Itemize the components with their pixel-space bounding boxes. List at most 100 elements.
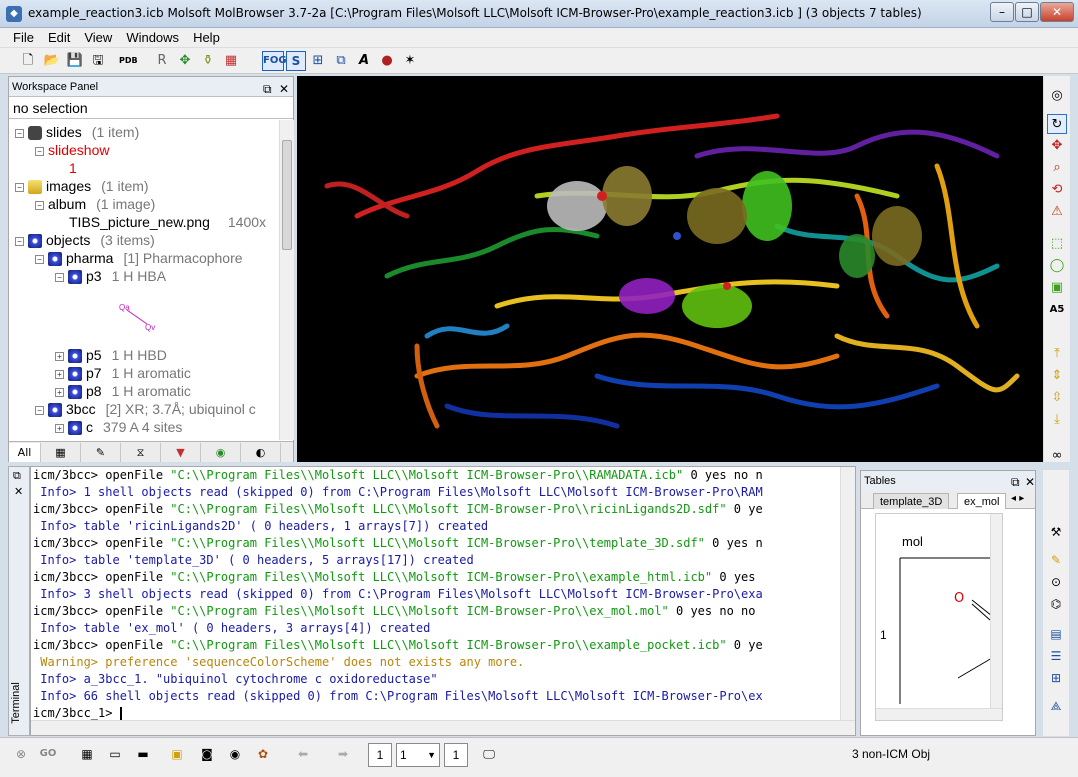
image-icon[interactable]: ▣ xyxy=(164,743,190,767)
rows-icon[interactable]: ☰ xyxy=(1046,646,1066,666)
save-as-icon[interactable]: 🖫 xyxy=(88,51,108,71)
prev-arrow-icon[interactable]: ⬅ xyxy=(286,743,320,767)
tree-item-album[interactable]: − album (1 image) xyxy=(35,195,155,213)
frame-icon[interactable]: ⧉ xyxy=(331,51,351,71)
window-icon[interactable]: ▭ xyxy=(102,743,128,767)
scroll-thumb[interactable] xyxy=(282,140,292,250)
terminal-vscroll[interactable] xyxy=(840,467,855,721)
hammer-icon[interactable]: ⚒ xyxy=(1046,522,1066,542)
new-file-icon[interactable]: 🗋 xyxy=(18,51,38,71)
tree-item-p8[interactable]: + p8 1 H aromatic xyxy=(55,382,191,400)
close-panel-icon[interactable]: ✕ xyxy=(279,79,289,99)
go-icon[interactable]: GO xyxy=(36,743,60,767)
close-tables-icon[interactable]: ✕ xyxy=(1025,472,1035,492)
lasso-icon[interactable]: ◯ xyxy=(1047,256,1067,276)
grid-icon[interactable]: ▦ xyxy=(221,51,241,71)
terminal-console[interactable]: icm/3bcc> openFile "C:\\Program Files\\M… xyxy=(30,466,856,736)
table-hscroll[interactable] xyxy=(876,708,1002,720)
list-icon[interactable]: ▤ xyxy=(1046,624,1066,644)
html-tab-icon[interactable]: ◉ xyxy=(201,443,241,462)
menu-file[interactable]: File xyxy=(6,28,41,47)
minimize-button[interactable]: – xyxy=(990,2,1014,22)
page-first[interactable]: 1 xyxy=(368,743,392,767)
tree-item-p5[interactable]: + p5 1 H HBD xyxy=(55,346,167,364)
row-header[interactable]: 1 xyxy=(880,628,887,642)
pencil-icon[interactable]: ✎ xyxy=(1046,550,1066,570)
grid-view-icon[interactable]: ⊞ xyxy=(1046,668,1066,688)
tree-item-slideshow[interactable]: − slideshow xyxy=(35,141,109,159)
tree-item-slide-1[interactable]: 1 xyxy=(69,159,77,177)
align-icon[interactable]: ⇳ xyxy=(1047,388,1067,408)
tree-item-p7[interactable]: + p7 1 H aromatic xyxy=(55,364,191,382)
tree-item-objects[interactable]: − objects (3 items) xyxy=(15,231,155,249)
tree-item-c[interactable]: + c 379 A 4 sites xyxy=(55,418,182,436)
eye-icon[interactable]: ◉ xyxy=(222,743,248,767)
sphere-icon[interactable]: ● xyxy=(377,51,397,71)
select-box-icon[interactable]: ⬚ xyxy=(1047,234,1067,254)
camera-icon[interactable]: ◙ xyxy=(194,743,220,767)
move-down-icon[interactable]: ⤓ xyxy=(1047,410,1067,430)
menu-edit[interactable]: Edit xyxy=(41,28,77,47)
page-last[interactable]: 1 xyxy=(444,743,468,767)
menu-windows[interactable]: Windows xyxy=(119,28,186,47)
page-select[interactable]: 1 ▼ xyxy=(396,743,440,767)
move-up-icon[interactable]: ⤒ xyxy=(1047,344,1067,364)
undock-icon[interactable]: ⧉ xyxy=(263,79,272,99)
tree-item-3bcc[interactable]: −3bcc [2] XR; 3.7Å; ubiquinol c xyxy=(35,400,256,418)
s-button[interactable]: S xyxy=(286,51,306,71)
close-terminal-icon[interactable]: ✕ xyxy=(14,485,23,498)
tab-template-3d[interactable]: template_3D xyxy=(873,493,950,509)
table-tab-icon[interactable]: ▦ xyxy=(41,443,81,462)
stereo-icon[interactable]: ∞ xyxy=(1047,446,1067,466)
r-button[interactable]: R xyxy=(152,51,172,71)
target-icon[interactable]: ◎ xyxy=(1047,86,1067,106)
monitor-icon[interactable]: 🖵 xyxy=(476,743,502,767)
tree-item-p3[interactable]: − p3 1 H HBA xyxy=(55,267,166,285)
rotate-icon[interactable]: ↻ xyxy=(1047,114,1067,134)
close-button[interactable]: ✕ xyxy=(1040,2,1074,22)
binoculars-icon[interactable]: ⊙ xyxy=(1046,572,1066,592)
molecule-3d-view[interactable] xyxy=(297,76,1043,462)
tree-item-pharma[interactable]: − pharma [1] Pharmacophore xyxy=(35,249,243,267)
dna-tab-icon[interactable]: ⧖ xyxy=(121,443,161,462)
tree-item-images[interactable]: − images (1 item) xyxy=(15,177,149,195)
tab-ex-mol[interactable]: ex_mol xyxy=(957,493,1007,509)
maximize-button[interactable]: □ xyxy=(1015,2,1039,22)
zoom-icon[interactable]: ⌕ xyxy=(1047,158,1067,178)
layout-icon[interactable]: ▦ xyxy=(74,743,100,767)
bottle-icon[interactable]: ⚱ xyxy=(198,51,218,71)
fog-button[interactable]: FOG xyxy=(262,51,287,71)
stop-icon[interactable]: ⊗ xyxy=(10,743,32,767)
column-header-mol[interactable]: mol xyxy=(902,534,923,549)
structure-icon[interactable]: ⌬ xyxy=(1046,594,1066,614)
clip-icon[interactable]: ⚠ xyxy=(1047,202,1067,222)
tab-all[interactable]: All xyxy=(9,443,41,462)
workspace-scrollbar[interactable] xyxy=(279,120,294,440)
tab-scroll-arrows[interactable]: ◂ ▸ xyxy=(1011,493,1024,504)
plot-tab-icon[interactable]: ▼ xyxy=(161,443,201,462)
table-grid[interactable]: mol 1 O xyxy=(875,513,1003,721)
text-icon[interactable]: A xyxy=(354,51,374,71)
menu-help[interactable]: Help xyxy=(186,28,227,47)
move-icon[interactable]: ✥ xyxy=(175,51,195,71)
panel-icon[interactable]: ▬ xyxy=(130,743,156,767)
undock-icon[interactable]: ⧉ xyxy=(1011,472,1020,492)
open-folder-icon[interactable]: 📂 xyxy=(42,51,62,71)
spin-icon[interactable]: ⟲ xyxy=(1047,180,1067,200)
crosshair-icon[interactable]: ⊞ xyxy=(308,51,328,71)
tree-item-picture[interactable]: TIBS_picture_new.png 1400x xyxy=(69,213,266,231)
wand-icon[interactable]: ✶ xyxy=(400,51,420,71)
alignment-tab-icon[interactable]: ◐ xyxy=(241,443,281,462)
save-icon[interactable]: 💾 xyxy=(65,51,85,71)
tree-item-slides[interactable]: − slides (1 item) xyxy=(15,123,139,141)
pick-icon[interactable]: ▣ xyxy=(1047,278,1067,298)
center-icon[interactable]: ⇕ xyxy=(1047,366,1067,386)
pen-tab-icon[interactable]: ✎ xyxy=(81,443,121,462)
pdb-icon[interactable]: PDB xyxy=(118,51,138,71)
terminal-hscroll[interactable] xyxy=(31,720,855,735)
undock-icon[interactable]: ⧉ xyxy=(13,469,21,483)
label-icon[interactable]: A5 xyxy=(1047,300,1067,320)
menu-view[interactable]: View xyxy=(77,28,119,47)
translate-icon[interactable]: ✥ xyxy=(1047,136,1067,156)
table-vscroll[interactable] xyxy=(990,514,1002,720)
